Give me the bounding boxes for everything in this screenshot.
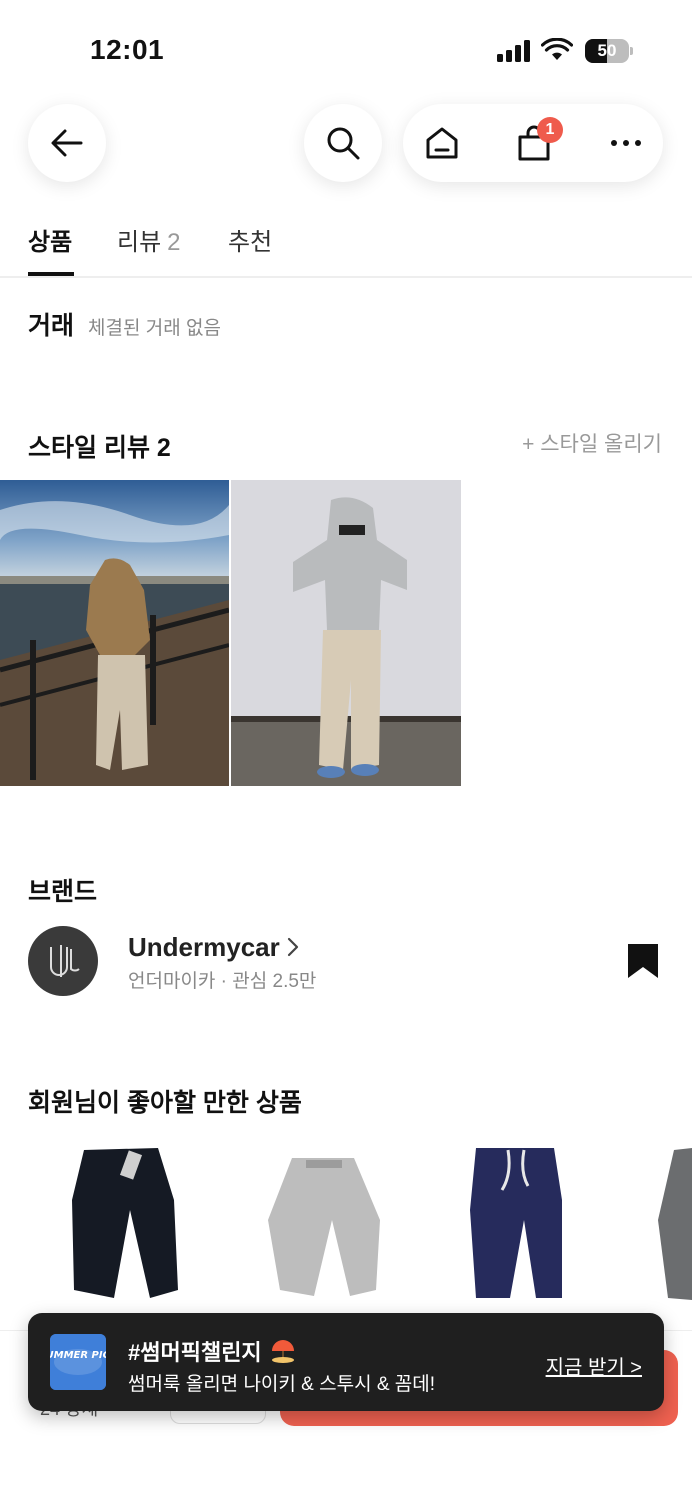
more-options-button[interactable] [591, 104, 661, 182]
search-icon [327, 127, 360, 160]
search-button[interactable] [304, 104, 382, 182]
recommended-product-4[interactable] [654, 1140, 692, 1310]
promo-thumbnail: SUMMER PICK [50, 1334, 106, 1390]
tab-product[interactable]: 상품 [28, 222, 72, 257]
status-time: 12:01 [90, 34, 165, 65]
wifi-icon [541, 38, 573, 60]
upload-style-button[interactable]: + 스타일 올리기 [522, 428, 662, 458]
style-photo-2-image [231, 480, 461, 786]
back-button[interactable] [28, 104, 106, 182]
brand-logo[interactable] [28, 926, 98, 996]
cellular-signal-icon [497, 40, 530, 62]
product-3-image [470, 1148, 562, 1298]
home-icon [426, 127, 458, 159]
tab-review[interactable]: 리뷰 2 [117, 222, 181, 257]
recommended-product-2[interactable] [262, 1140, 386, 1310]
brand-section-title: 브랜드 [28, 878, 98, 906]
trade-title: 거래 [28, 312, 75, 340]
chevron-right-icon [287, 937, 299, 957]
product-tabs: 상품 리뷰 2 추천 [0, 210, 692, 278]
style-photo-1[interactable] [0, 480, 229, 786]
recommended-product-3[interactable] [462, 1140, 586, 1310]
header-action-group: 1 [403, 104, 663, 182]
summer-pick-logo-icon: SUMMER PICK [50, 1334, 106, 1390]
recommended-product-1[interactable] [62, 1140, 186, 1310]
battery-indicator: 50 [585, 39, 633, 63]
brand-logo-mark-icon [50, 945, 80, 977]
trade-summary: 거래 체결된 거래 없음 [28, 306, 221, 342]
bookmark-icon[interactable] [626, 942, 660, 980]
cart-count-badge: 1 [537, 117, 563, 143]
product-2-image [268, 1158, 380, 1296]
svg-text:SUMMER PICK: SUMMER PICK [50, 1350, 106, 1361]
product-4-image [658, 1148, 692, 1300]
review-count: 2 [167, 229, 181, 256]
tab-recommend[interactable]: 추천 [228, 222, 272, 257]
style-photo-2[interactable] [231, 480, 461, 786]
cart-button[interactable]: 1 [499, 104, 569, 182]
brand-subtitle: 언더마이카 · 관심 2.5만 [128, 971, 317, 992]
back-arrow-icon [51, 129, 83, 157]
beach-umbrella-icon [271, 1340, 294, 1363]
promo-title: #썸머픽챌린지 [128, 1335, 296, 1367]
product-1-image [72, 1148, 178, 1298]
trade-status: 체결된 거래 없음 [88, 318, 221, 339]
style-photo-1-image [0, 480, 229, 786]
brand-name-link[interactable]: Undermycar [128, 932, 280, 963]
status-bar: 12:01 50 [0, 0, 692, 100]
more-dots-icon [611, 140, 641, 146]
promo-toast[interactable]: SUMMER PICK #썸머픽챌린지 썸머룩 올리면 나이키 & 스투시 & … [28, 1313, 664, 1411]
recommend-section-title: 회원님이 좋아할 만한 상품 [28, 1089, 302, 1117]
promo-subtitle: 썸머룩 올리면 나이키 & 스투시 & 꼼데! [128, 1374, 436, 1395]
style-review-title: 스타일 리뷰 2 [28, 434, 171, 462]
battery-level: 50 [597, 41, 617, 60]
home-button[interactable] [407, 104, 477, 182]
active-tab-indicator [28, 272, 74, 276]
promo-claim-link[interactable]: 지금 받기 > [546, 1351, 642, 1380]
